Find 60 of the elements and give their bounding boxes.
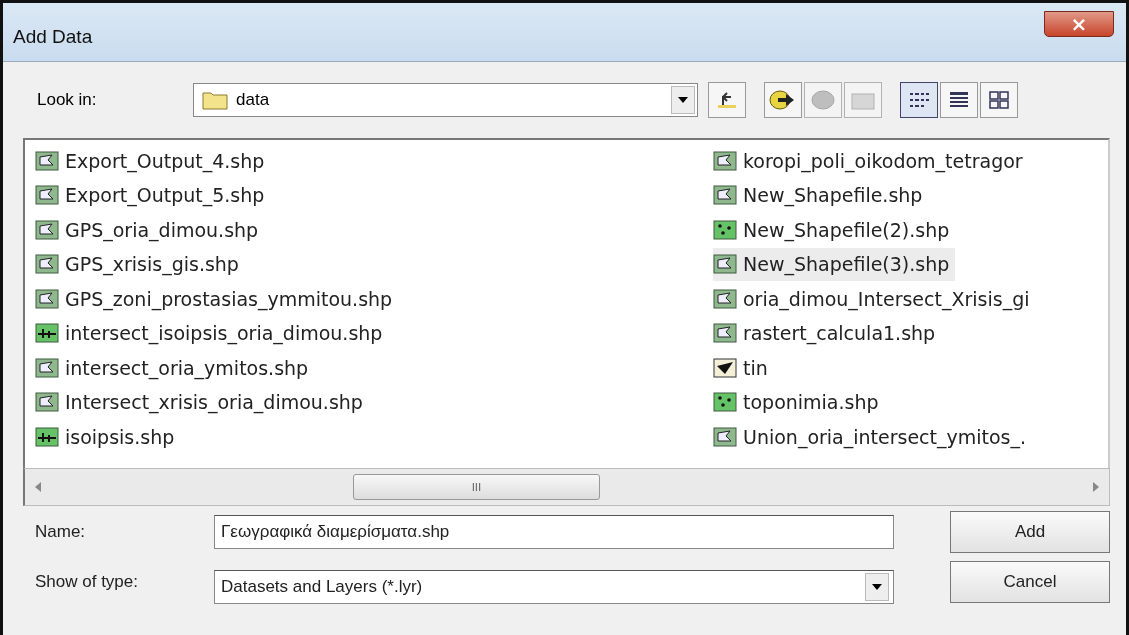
details-view-icon (948, 90, 970, 110)
file-item[interactable]: GPS_xrisis_gis.shp (35, 247, 245, 281)
file-item[interactable]: GPS_oria_dimou.shp (35, 213, 265, 246)
scroll-left-icon[interactable] (35, 482, 43, 492)
scroll-thumb[interactable]: III (353, 474, 600, 500)
file-item[interactable]: Export_Output_4.shp (35, 144, 271, 177)
polygon-layer-icon (713, 254, 737, 274)
file-item[interactable]: GPS_zoni_prostasias_ymmitou.shp (35, 282, 399, 315)
file-item[interactable]: rastert_calcula1.shp (713, 316, 942, 350)
dropdown-arrow-icon (872, 584, 882, 590)
look-in-label: Look in: (36, 90, 98, 110)
polygon-layer-icon (35, 254, 59, 274)
polygon-layer-icon (35, 392, 59, 412)
file-item[interactable]: toponimia.shp (713, 385, 885, 419)
polygon-layer-icon (35, 150, 59, 171)
point-layer-icon (713, 392, 737, 412)
list-view-icon (908, 90, 930, 110)
add-button[interactable]: Add (950, 511, 1110, 553)
line-layer-icon (35, 323, 59, 343)
polygon-layer-icon (35, 357, 59, 378)
scroll-right-icon[interactable] (1091, 482, 1099, 492)
cancel-button[interactable]: Cancel (950, 561, 1110, 603)
type-label: Show of type: (34, 572, 139, 592)
file-item[interactable]: oria_dimou_Intersect_Xrisis_gi (713, 282, 1036, 315)
details-view-button[interactable] (940, 82, 978, 118)
polygon-layer-icon (35, 219, 59, 240)
dropdown-arrow-icon (678, 97, 688, 103)
file-item[interactable]: New_Shapefile(2).shp (713, 213, 956, 246)
polygon-layer-icon (713, 323, 737, 343)
file-item[interactable]: isoipsis.shp (35, 420, 181, 453)
window-title: Add Data (13, 26, 93, 48)
polygon-layer-icon (713, 150, 737, 171)
type-dropdown[interactable]: Datasets and Layers (*.lyr) (214, 570, 894, 604)
list-view-button[interactable] (900, 82, 938, 118)
up-arrow-icon (715, 90, 739, 110)
file-item[interactable]: tin (713, 351, 774, 384)
file-item[interactable]: Union_oria_intersect_ymitos_. (713, 420, 1033, 453)
polygon-layer-icon (35, 288, 59, 309)
name-label: Name: (34, 522, 87, 542)
polygon-layer-icon (35, 185, 59, 205)
file-item[interactable]: koropi_poli_oikodom_tetragor (713, 144, 1029, 177)
connect-folder-button[interactable] (764, 82, 802, 118)
folder-icon (202, 90, 228, 110)
polygon-layer-icon (713, 426, 737, 447)
name-field[interactable]: Γεωγραφικά διαμερίσματα.shp (214, 515, 894, 549)
polygon-layer-icon (713, 185, 737, 205)
thumbnails-view-icon (988, 90, 1010, 110)
up-folder-button[interactable] (708, 82, 746, 118)
file-item[interactable]: intersect_isoipsis_oria_dimou.shp (35, 316, 389, 350)
look-in-dropdown[interactable]: data (193, 83, 698, 117)
horizontal-scrollbar[interactable]: III (23, 468, 1110, 506)
file-item[interactable]: New_Shapefile(3).shp (713, 247, 956, 281)
file-item[interactable]: intersect_oria_ymitos.shp (35, 351, 315, 384)
point-layer-icon (713, 219, 737, 240)
file-item[interactable]: Export_Output_5.shp (35, 178, 271, 212)
file-item[interactable]: Intersect_xrisis_oria_dimou.shp (35, 385, 369, 419)
file-item[interactable]: New_Shapefile.shp (713, 178, 929, 212)
line-layer-icon (35, 426, 59, 447)
thumbnails-view-button[interactable] (980, 82, 1018, 118)
polygon-layer-icon (713, 288, 737, 309)
